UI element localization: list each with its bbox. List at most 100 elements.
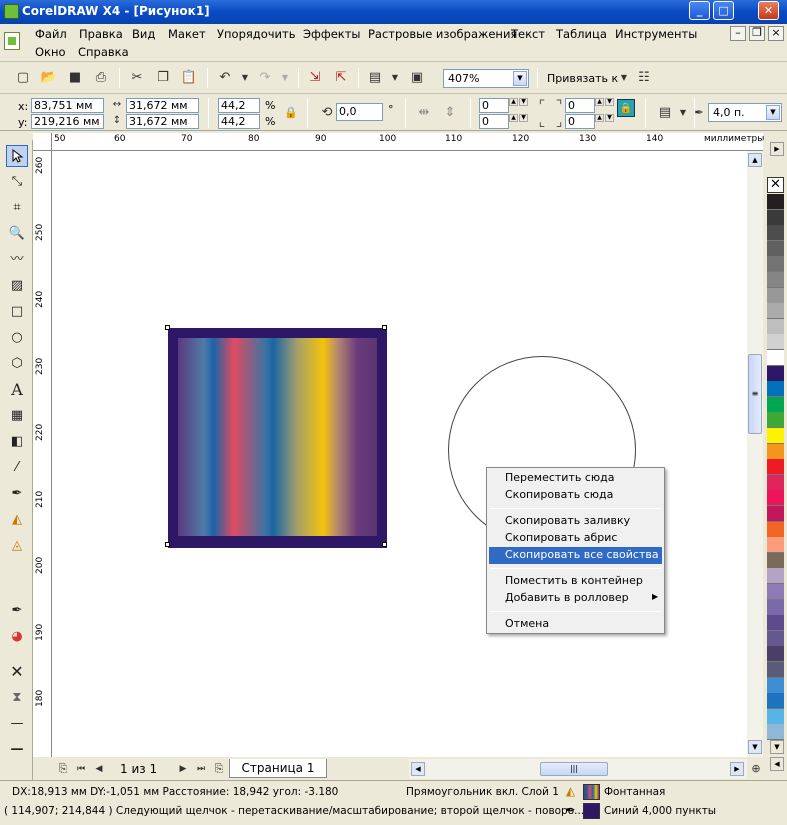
fill-tool-icon[interactable]: ◭ [6,509,28,531]
horizontal-ruler[interactable]: 50 60 70 80 90 100 110 120 130 140 милли… [52,133,764,151]
crop-tool-icon[interactable]: ⌗ [6,197,28,219]
redo-dropdown-icon[interactable]: ▼ [276,69,294,87]
palette-scroll-up-icon[interactable]: ▶ [770,142,784,156]
corner-top-right-field[interactable]: 0 [565,98,595,113]
color-swatch[interactable] [767,350,784,366]
first-page-icon[interactable]: ⏮ [72,760,90,778]
scroll-right-icon[interactable]: ▶ [730,762,744,776]
zoom-tool-icon[interactable]: 🔍 [6,223,28,245]
color-swatch[interactable] [767,552,784,569]
menu-file[interactable]: Файл [35,27,67,41]
color-swatch[interactable] [767,240,784,257]
x-position-field[interactable]: 83,751 мм [31,98,104,113]
outline-width-combo[interactable]: 4,0 п. ▼ [708,103,782,122]
drawing-canvas[interactable] [52,151,747,757]
color-swatch[interactable] [767,506,784,522]
color-swatch[interactable] [767,693,784,710]
shape-tool-icon[interactable]: ⤡ [6,171,28,193]
scroll-thumb[interactable]: ||| [540,762,608,776]
palette-scroll-down-icon[interactable]: ▼ [770,740,784,754]
color-swatch[interactable] [767,225,784,242]
thin-outline-icon[interactable]: — [6,713,28,735]
spin-down-icon[interactable]: ▼ [519,114,528,122]
scroll-down-icon[interactable]: ▼ [748,740,762,754]
tab-page-1[interactable]: Страница 1 [229,759,327,778]
mirror-vertical-icon[interactable]: ⇕ [441,104,459,122]
smart-fill-tool-icon[interactable]: ▨ [6,275,28,297]
polygon-tool-icon[interactable]: ⬡ [6,353,28,375]
interactive-fill-tool-icon[interactable]: ◬ [6,535,28,557]
spin-up-icon[interactable]: ▲ [509,98,518,106]
color-swatch[interactable] [767,724,784,741]
spin-down-icon[interactable]: ▼ [605,98,614,106]
menu-help[interactable]: Справка [78,45,129,59]
launcher-dropdown-icon[interactable]: ▼ [386,69,404,87]
color-swatch[interactable] [767,459,784,476]
document-icon[interactable] [4,32,20,50]
color-swatch[interactable] [767,599,784,616]
doc-minimize-button[interactable]: – [730,26,746,41]
ctx-add-to-rollover[interactable]: Добавить в ролловер [489,590,662,607]
ctx-copy-here[interactable]: Скопировать сюда [489,487,662,504]
spin-down-icon[interactable]: ▼ [605,114,614,122]
color-swatch[interactable] [767,646,784,663]
menu-text[interactable]: Текст [511,27,545,41]
selection-handle[interactable] [165,542,170,547]
zoom-combo[interactable]: 407% ▼ [443,69,529,88]
outline-tool-icon[interactable]: ✒ [6,483,28,505]
corner-bottom-right-field[interactable]: 0 [565,114,595,129]
doc-restore-button[interactable]: ❐ [749,26,765,41]
menu-edit[interactable]: Правка [79,27,123,41]
vertical-scrollbar[interactable]: ▲ ≡ ▼ [747,151,763,757]
color-swatch[interactable] [767,443,784,460]
selection-handle[interactable] [165,325,170,330]
interactive-blend-tool-icon[interactable]: ◧ [6,431,28,453]
color-swatch[interactable] [767,584,784,600]
prev-page-icon[interactable]: ◀ [90,760,108,778]
scroll-up-icon[interactable]: ▲ [748,153,762,167]
ctx-cancel[interactable]: Отмена [489,616,662,633]
ctx-copy-outline[interactable]: Скопировать абрис [489,530,662,547]
scroll-left-icon[interactable]: ◀ [411,762,425,776]
color-swatch[interactable] [767,209,784,226]
color-swatch[interactable] [767,381,784,398]
ruler-origin[interactable] [33,133,52,151]
menu-window[interactable]: Окно [35,45,66,59]
ctx-copy-all-properties[interactable]: Скопировать все свойства [489,547,662,564]
menu-arrange[interactable]: Упорядочить [217,27,296,41]
export-icon[interactable]: ⇱ [332,69,350,87]
table-tool-icon[interactable]: ▦ [6,405,28,427]
spin-up-icon[interactable]: ▲ [595,98,604,106]
menu-layout[interactable]: Макет [168,27,206,41]
color-swatch[interactable] [767,708,784,725]
outline-pen-icon[interactable]: ✒ [6,600,28,622]
color-dialog-icon[interactable]: ◕ [6,626,28,648]
spin-down-icon[interactable]: ▼ [519,98,528,106]
gradient-rectangle[interactable] [165,325,387,548]
menu-bitmaps[interactable]: Растровые изображения [368,27,517,41]
color-swatch[interactable] [767,537,784,554]
cut-icon[interactable]: ✂ [128,69,146,87]
color-swatch[interactable] [767,272,784,288]
navigator-zoom-icon[interactable]: ⊕ [747,760,765,778]
color-swatch[interactable] [767,474,784,491]
fill-swatch[interactable] [583,784,600,800]
scroll-thumb[interactable]: ≡ [748,354,762,434]
color-swatch[interactable] [767,630,784,647]
rectangle-tool-icon[interactable]: □ [6,301,28,323]
options-icon[interactable]: ☷ [635,69,653,87]
scale-y-field[interactable]: 44,2 [218,114,260,129]
round-corners-together-icon[interactable]: 🔒 [617,99,635,117]
menu-table[interactable]: Таблица [556,27,607,41]
text-tool-icon[interactable]: A [6,379,28,401]
color-swatch[interactable] [767,365,784,382]
freehand-tool-icon[interactable]: 〰 [6,249,28,271]
save-icon[interactable]: ■ [66,69,84,87]
color-swatch[interactable] [767,490,784,507]
snap-dropdown-icon[interactable]: ▼ [615,69,633,87]
color-swatch[interactable] [767,318,784,335]
outline-swatch[interactable] [583,803,600,819]
color-swatch[interactable] [767,615,784,632]
doc-close-button[interactable]: × [768,26,784,41]
close-button[interactable]: ✕ [758,1,779,20]
